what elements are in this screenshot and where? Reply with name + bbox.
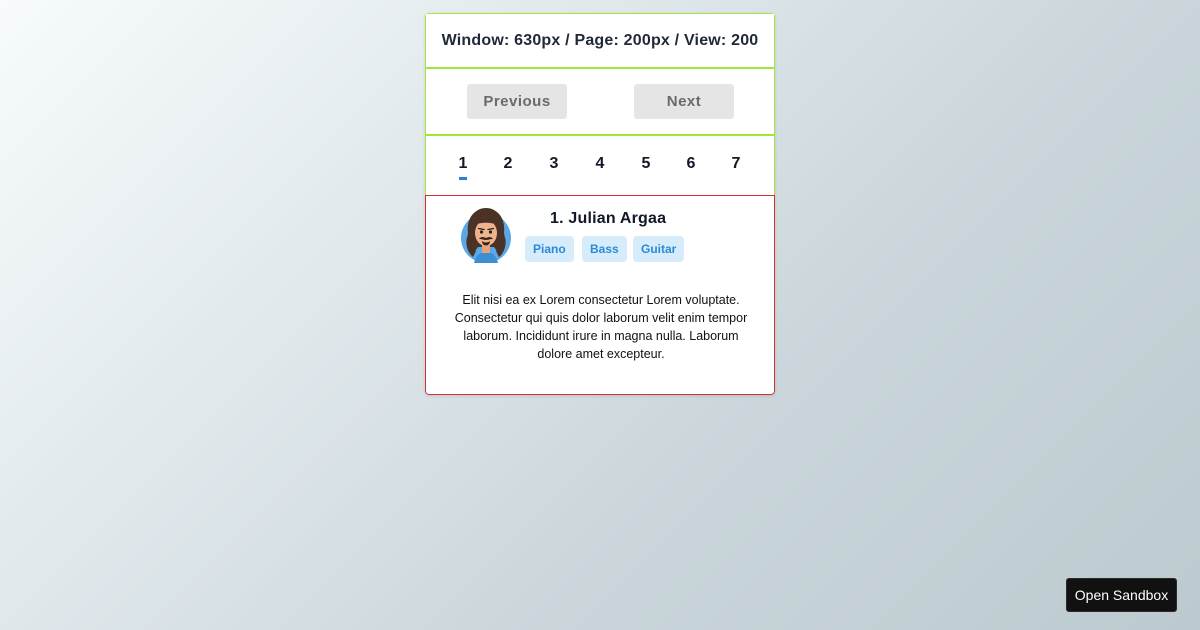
page-number-1[interactable]: 1 — [453, 155, 473, 180]
page-number-7[interactable]: 7 — [726, 155, 746, 173]
nav-bar: Previous Next — [425, 69, 775, 136]
page-numbers: 1 2 3 4 5 6 7 — [425, 136, 775, 195]
previous-button[interactable]: Previous — [467, 84, 567, 119]
page-number-5[interactable]: 5 — [636, 155, 656, 173]
profile-card: 1. Julian Argaa Piano Bass Guitar Elit n… — [425, 195, 775, 395]
tag-guitar: Guitar — [633, 236, 685, 262]
profile-description: Elit nisi ea ex Lorem consectetur Lorem … — [454, 293, 748, 361]
page-number-6[interactable]: 6 — [681, 155, 701, 173]
page-number-3[interactable]: 3 — [544, 155, 564, 173]
profile-name: 1. Julian Argaa — [550, 210, 667, 227]
tag-bass: Bass — [582, 236, 627, 262]
page-number-4[interactable]: 4 — [590, 155, 610, 173]
window-info-bar: Window: 630px / Page: 200px / View: 200 — [425, 13, 775, 69]
open-sandbox-button[interactable]: Open Sandbox — [1066, 578, 1177, 612]
pagination-card: Window: 630px / Page: 200px / View: 200 … — [425, 13, 775, 395]
bearded-man-avatar-icon — [461, 208, 511, 263]
window-info-text: Window: 630px / Page: 200px / View: 200 — [441, 31, 759, 49]
next-button[interactable]: Next — [634, 84, 734, 119]
tag-piano: Piano — [525, 236, 574, 262]
page-number-2[interactable]: 2 — [498, 155, 518, 173]
